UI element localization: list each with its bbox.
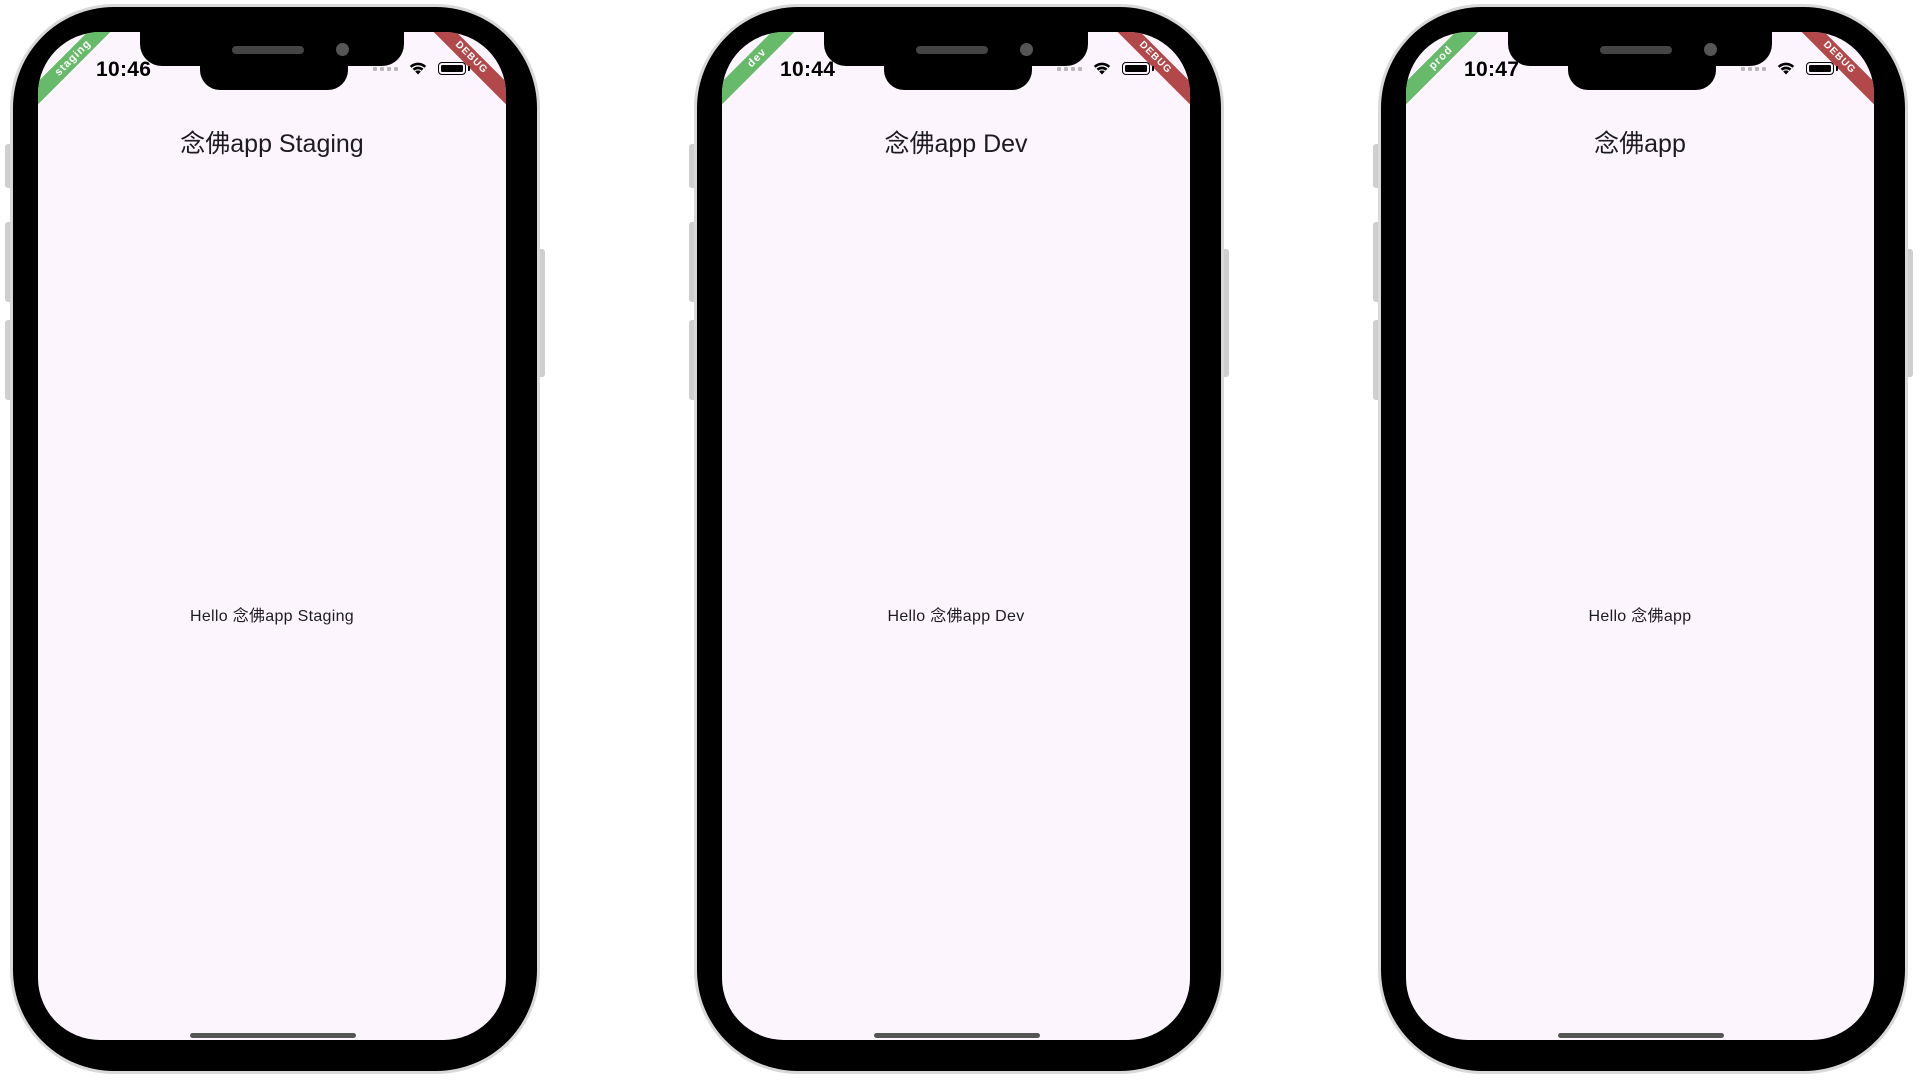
wifi-icon (1777, 62, 1795, 75)
home-indicator[interactable] (1558, 1033, 1724, 1038)
phone-screen: prod DEBUG 10:47 念佛app Hello 念佛app (1406, 32, 1874, 1040)
cellular-signal-icon (373, 66, 398, 71)
phone-screen: dev DEBUG 10:44 念佛app Dev Hello 念佛app De… (722, 32, 1190, 1040)
phone-prod: prod DEBUG 10:47 念佛app Hello 念佛app (1373, 4, 1913, 1074)
app-bar-title: 念佛app (1594, 130, 1686, 158)
phone-staging: staging DEBUG 10:46 念佛app Staging Hello … (5, 4, 545, 1074)
status-bar-time: 10:44 (780, 58, 836, 81)
battery-icon (1122, 62, 1154, 75)
earpiece-speaker (1600, 46, 1672, 54)
phone-dev: dev DEBUG 10:44 念佛app Dev Hello 念佛app De… (689, 4, 1229, 1074)
status-bar-time: 10:47 (1464, 58, 1520, 81)
front-camera (1020, 43, 1033, 56)
notch-lower (200, 52, 348, 90)
battery-icon (438, 62, 470, 75)
cellular-signal-icon (1057, 66, 1082, 71)
home-indicator[interactable] (190, 1033, 356, 1038)
status-bar-time: 10:46 (96, 58, 152, 81)
front-camera (1704, 43, 1717, 56)
home-indicator[interactable] (874, 1033, 1040, 1038)
phone-screen: staging DEBUG 10:46 念佛app Staging Hello … (38, 32, 506, 1040)
app-bar-title: 念佛app Dev (884, 130, 1028, 158)
wifi-icon (1093, 62, 1111, 75)
earpiece-speaker (916, 46, 988, 54)
wifi-icon (409, 62, 427, 75)
app-bar-title: 念佛app Staging (180, 130, 364, 158)
hello-text: Hello 念佛app (1588, 608, 1692, 625)
notch-lower (884, 52, 1032, 90)
cellular-signal-icon (1741, 66, 1766, 71)
battery-icon (1806, 62, 1838, 75)
front-camera (336, 43, 349, 56)
hello-text: Hello 念佛app Staging (189, 608, 354, 625)
hello-text: Hello 念佛app Dev (887, 608, 1025, 625)
earpiece-speaker (232, 46, 304, 54)
notch-lower (1568, 52, 1716, 90)
